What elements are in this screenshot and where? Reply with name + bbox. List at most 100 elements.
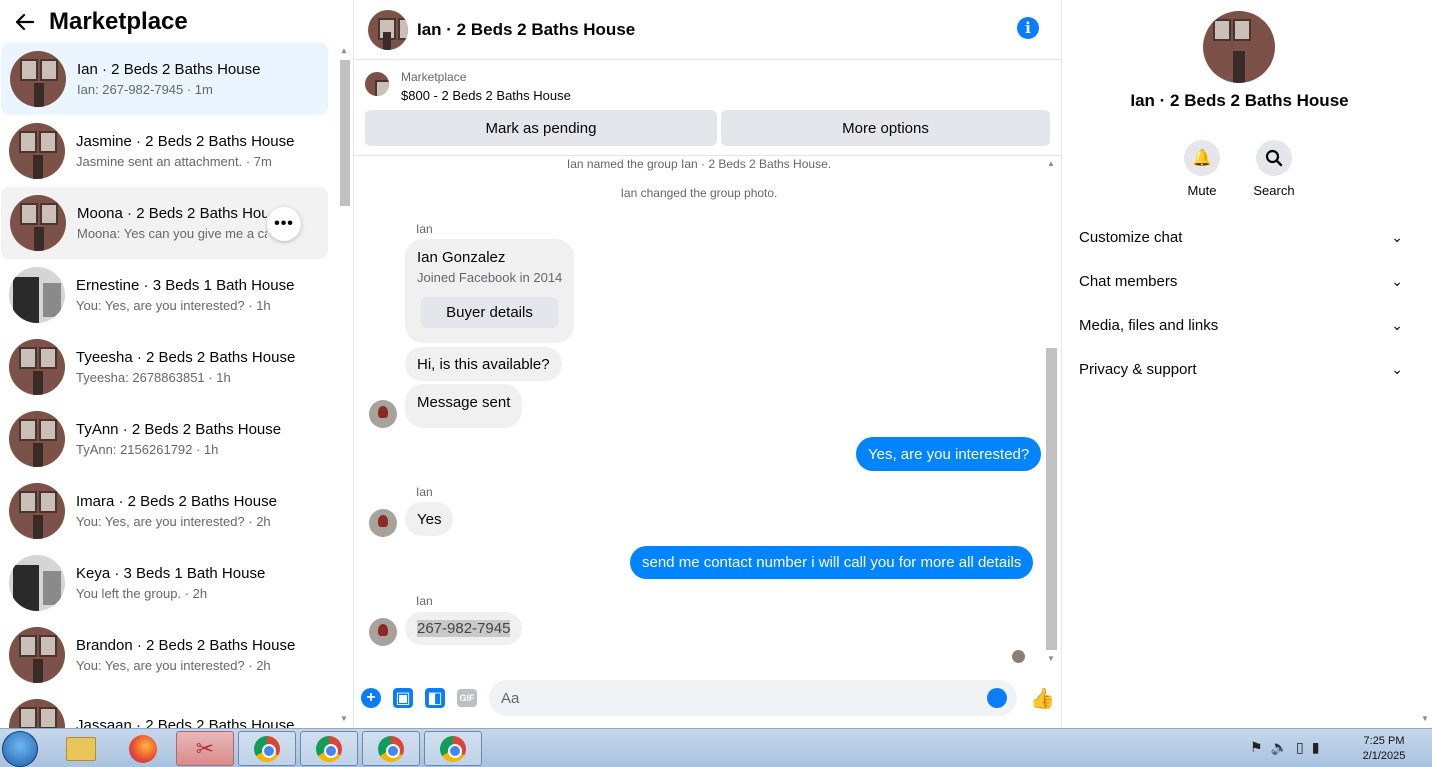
conversation-preview: You left the group. · 2h (76, 586, 208, 601)
chevron-down-icon: ⌄ (1391, 272, 1403, 289)
chat-scrollbar[interactable]: ▲ ▼ (1044, 156, 1059, 668)
scroll-up-arrow-icon[interactable]: ▲ (1047, 159, 1055, 168)
search-button[interactable]: Search (1244, 140, 1304, 198)
windows-taskbar: ✂ ⚑🔈▯▮ 7:25 PM 2/1/2025 (0, 728, 1432, 767)
system-tray[interactable]: ⚑🔈▯▮ (1250, 739, 1327, 756)
scrollbar-thumb[interactable] (1046, 348, 1057, 650)
conversation-item[interactable]: Jasmine · 2 Beds 2 Baths House Jasmine se… (0, 115, 328, 187)
sender-name: Ian (416, 594, 433, 608)
sender-avatar[interactable] (369, 509, 397, 537)
conversation-item[interactable]: Keya · 3 Beds 1 Bath House You left the g… (0, 547, 328, 619)
buyer-name: Ian Gonzalez (417, 249, 506, 266)
mute-button[interactable]: 🔔 Mute (1172, 140, 1232, 198)
gif-icon[interactable]: GIF (457, 689, 477, 707)
chrome-taskbar-button[interactable] (238, 731, 296, 766)
more-options-button[interactable]: More options (721, 110, 1050, 146)
mute-label: Mute (1187, 183, 1217, 198)
selected-phone-number[interactable]: 267-982-7945 (417, 620, 511, 637)
buyer-joined: Joined Facebook in 2014 (417, 270, 563, 285)
system-message: Ian named the group Ian · 2 Beds 2 Baths… (566, 157, 832, 171)
chat-header: Ian · 2 Beds 2 Baths House i (354, 0, 1061, 60)
scrollbar-thumb[interactable] (340, 60, 350, 206)
sender-avatar[interactable] (369, 400, 397, 428)
conversation-preview: Moona: Yes can you give me a call (77, 226, 267, 241)
network-icon[interactable]: ▮ (1312, 739, 1328, 755)
chat-members-section[interactable]: Chat members ⌄ (1079, 266, 1403, 296)
conversation-item[interactable]: Ian · 2 Beds 2 Baths House Ian: 267-982-7… (1, 43, 328, 115)
info-icon[interactable]: i (1017, 17, 1039, 39)
sender-name: Ian (416, 222, 433, 236)
page-scrollbar[interactable]: ▼ (1417, 0, 1432, 728)
outgoing-message[interactable]: send me contact number i will call you f… (630, 546, 1034, 579)
listing-title[interactable]: $800 - 2 Beds 2 Baths House (401, 88, 571, 103)
chrome-taskbar-button[interactable] (424, 731, 482, 766)
conversation-item[interactable]: TyAnn · 2 Beds 2 Baths House TyAnn: 21562… (0, 403, 328, 475)
conversation-title: Ernestine · 3 Beds 1 Bath House (76, 277, 295, 294)
outgoing-message[interactable]: Yes, are you interested? (856, 437, 1042, 471)
clock-date: 2/1/2025 (1362, 750, 1406, 762)
volume-icon[interactable]: 🔈 (1271, 739, 1296, 755)
conversation-title: Jassaan · 2 Beds 2 Baths House (76, 716, 295, 729)
chat-details-panel: Ian · 2 Beds 2 Baths House 🔔 Mute Search… (1062, 0, 1417, 728)
group-name: Ian · 2 Beds 2 Baths House (1130, 91, 1349, 110)
customize-chat-section[interactable]: Customize chat ⌄ (1079, 222, 1403, 252)
conversation-item[interactable]: Tyeesha · 2 Beds 2 Baths House Tyeesha: 2… (0, 331, 328, 403)
conversation-item[interactable]: Jassaan · 2 Beds 2 Baths House (0, 691, 328, 728)
sender-avatar[interactable] (369, 618, 397, 646)
file-explorer-taskbar-button[interactable] (52, 731, 110, 766)
firefox-taskbar-button[interactable] (114, 731, 172, 766)
scroll-down-arrow-icon[interactable]: ▼ (340, 714, 348, 723)
incoming-message[interactable]: 267-982-7945 (405, 612, 523, 645)
incoming-message[interactable]: Yes (405, 502, 454, 536)
snipping-tool-taskbar-button[interactable]: ✂ (176, 731, 234, 766)
listing-avatar (9, 555, 65, 611)
scroll-up-arrow-icon[interactable]: ▲ (340, 46, 348, 55)
chat-avatar[interactable] (368, 9, 408, 50)
mark-as-pending-button[interactable]: Mark as pending (365, 110, 717, 146)
messenger-app: Marketplace Ian · 2 Beds 2 Baths House Ia… (0, 0, 1432, 728)
conversation-title: Moona · 2 Beds 2 Baths House (77, 205, 267, 222)
incoming-message[interactable]: Message sent (405, 384, 523, 428)
chrome-icon (378, 735, 404, 762)
flag-icon[interactable]: ⚑ (1250, 739, 1271, 755)
listing-avatar (9, 267, 65, 323)
incoming-message[interactable]: Hi, is this available? (405, 347, 562, 381)
media-files-links-section[interactable]: Media, files and links ⌄ (1079, 310, 1403, 340)
sidebar-scrollbar[interactable]: ▲ ▼ (337, 44, 352, 728)
start-button[interactable] (2, 731, 38, 767)
conversation-item[interactable]: Moona · 2 Beds 2 Baths House Moona: Yes c… (1, 187, 328, 259)
conversation-item[interactable]: Ernestine · 3 Beds 1 Bath House You: Yes,… (0, 259, 328, 331)
listing-avatar (9, 699, 65, 728)
photo-icon[interactable]: ▣ (393, 688, 413, 708)
bell-icon: 🔔 (1184, 140, 1220, 176)
read-receipt-avatar (1012, 650, 1025, 663)
listing-avatar (9, 123, 65, 179)
conversation-title: Keya · 3 Beds 1 Bath House (76, 565, 266, 582)
group-avatar[interactable] (1203, 11, 1275, 83)
buyer-details-button[interactable]: Buyer details (421, 297, 558, 328)
scroll-down-arrow-icon[interactable]: ▼ (1421, 714, 1429, 723)
emoji-icon[interactable] (987, 688, 1007, 708)
thumbs-up-icon[interactable]: 👍 (1030, 686, 1055, 710)
more-options-icon[interactable]: ••• (267, 207, 301, 241)
conversation-item[interactable]: Brandon · 2 Beds 2 Baths House You: Yes, … (0, 619, 328, 691)
chat-title[interactable]: Ian · 2 Beds 2 Baths House (417, 20, 635, 40)
privacy-support-section[interactable]: Privacy & support ⌄ (1079, 354, 1403, 384)
scroll-down-arrow-icon[interactable]: ▼ (1047, 654, 1055, 663)
sticker-icon[interactable]: ◧ (425, 688, 445, 708)
conversation-preview: You: Yes, are you interested? · 2h (76, 658, 271, 673)
power-icon[interactable]: ▯ (1296, 739, 1312, 755)
chrome-taskbar-button[interactable] (300, 731, 358, 766)
chevron-down-icon: ⌄ (1391, 360, 1403, 377)
back-arrow-icon[interactable] (12, 9, 38, 35)
chrome-taskbar-button[interactable] (362, 731, 420, 766)
system-clock[interactable]: 7:25 PM 2/1/2025 (1356, 734, 1412, 764)
chevron-down-icon: ⌄ (1391, 316, 1403, 333)
marketplace-label: Marketplace (401, 70, 467, 84)
conversation-item[interactable]: Imara · 2 Beds 2 Baths House You: Yes, ar… (0, 475, 328, 547)
message-input-placeholder: Aa (501, 689, 520, 707)
message-input[interactable]: Aa (489, 680, 1017, 716)
plus-icon[interactable]: + (361, 688, 381, 708)
listing-thumbnail[interactable] (365, 72, 389, 96)
chat-panel: Ian · 2 Beds 2 Baths House i Marketplace… (354, 0, 1062, 728)
